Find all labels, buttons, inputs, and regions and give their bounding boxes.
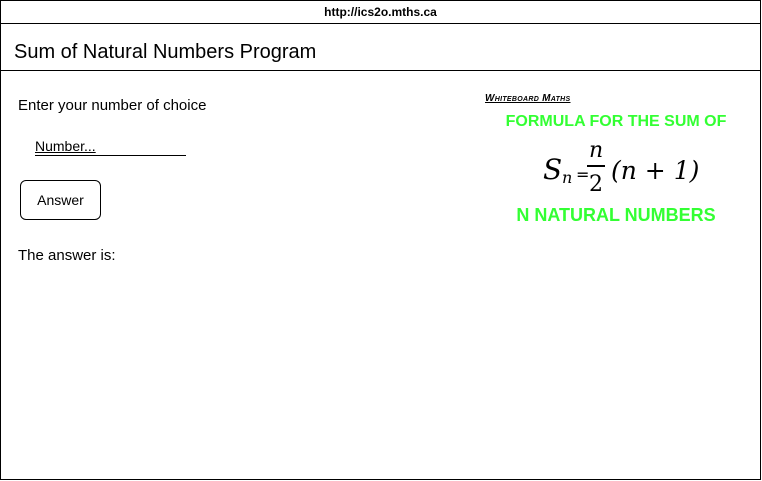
page-header: Sum of Natural Numbers Program [1,24,760,71]
formula-caption-top: FORMULA FOR THE SUM OF [505,113,727,130]
formula-numerator: n [589,138,603,163]
number-input[interactable] [35,137,186,156]
url-text: http://ics2o.mths.ca [324,5,437,19]
page-title: Sum of Natural Numbers Program [14,41,317,63]
number-prompt-label: Enter your number of choice [18,97,207,114]
sum-formula: S n = n 2 (n + 1) [543,138,699,197]
formula-image: Whiteboard Maths FORMULA FOR THE SUM OF … [481,89,751,239]
formula-lhs-subscript: n [562,168,572,187]
formula-caption-bottom: N NATURAL NUMBERS [516,205,716,225]
answer-label: The answer is: [18,247,116,264]
url-bar: http://ics2o.mths.ca [1,1,760,24]
answer-button[interactable]: Answer [20,180,101,220]
formula-equals: = [576,165,589,184]
whiteboard-maths-logo: Whiteboard Maths [485,93,571,104]
formula-lhs-symbol: S [543,153,562,186]
formula-denominator: 2 [589,172,603,197]
formula-rhs: (n + 1) [611,156,699,185]
page-frame: http://ics2o.mths.ca Sum of Natural Numb… [0,0,761,480]
